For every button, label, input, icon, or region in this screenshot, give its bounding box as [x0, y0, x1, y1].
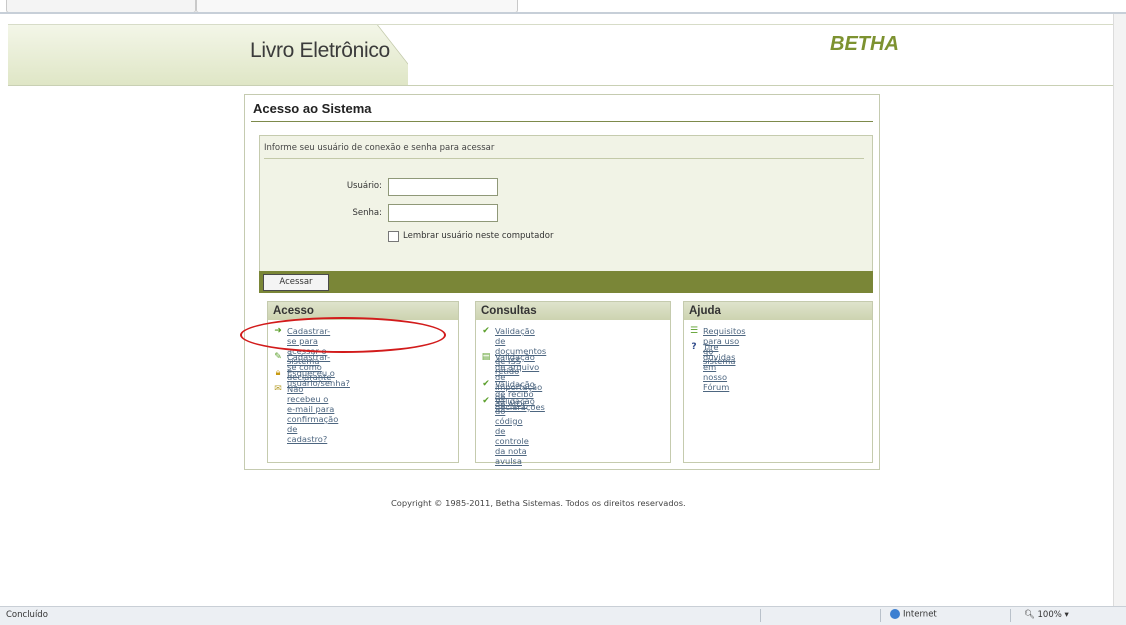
link-text[interactable]: Não recebeu o e-mail para confirmação de …	[287, 384, 338, 444]
page-viewport: Livro Eletrônico BETHA Acesso ao Sistema…	[8, 16, 1114, 606]
status-separator	[760, 609, 761, 622]
list-icon: ☰	[689, 326, 699, 336]
remember-label[interactable]: Lembrar usuário neste computador	[403, 231, 553, 241]
browser-tabstrip	[0, 0, 1126, 14]
remember-checkbox[interactable]	[388, 231, 399, 242]
ajuda-box: Ajuda ☰ Requisitos para uso do sistema ?…	[683, 301, 873, 463]
check-icon: ✔	[482, 379, 490, 389]
password-label: Senha:	[352, 208, 382, 218]
login-instructions: Informe seu usuário de conexão e senha p…	[264, 143, 495, 153]
browser-statusbar: Concluído Internet 🔍︎ 100% ▾	[0, 606, 1126, 625]
help-icon: ?	[691, 342, 697, 352]
login-form: Informe seu usuário de conexão e senha p…	[259, 135, 873, 273]
login-divider	[264, 158, 864, 159]
acessar-button[interactable]: Acessar	[263, 274, 329, 291]
security-zone: Internet	[890, 609, 937, 620]
user-input[interactable]	[388, 178, 498, 196]
vertical-scrollbar[interactable]	[1113, 14, 1126, 606]
link-text[interactable]: Tire dúvidas em nosso Fórum	[703, 342, 735, 392]
status-separator	[1010, 609, 1011, 622]
header-right-area	[408, 25, 1114, 85]
main-panel: Acesso ao Sistema Informe seu usuário de…	[244, 94, 880, 470]
copyright-footer: Copyright © 1985-2011, Betha Sistemas. T…	[391, 498, 686, 508]
title-divider	[251, 121, 873, 122]
check-icon: ✔	[482, 396, 490, 406]
password-input[interactable]	[388, 204, 498, 222]
user-label: Usuário:	[346, 181, 382, 191]
brand-logo: BETHA	[830, 33, 899, 55]
status-text: Concluído	[6, 610, 48, 620]
document-check-icon: ▤	[481, 352, 491, 362]
app-title: Livro Eletrônico	[250, 39, 390, 62]
consultas-box: Consultas ✔ Validação de documentos de I…	[475, 301, 671, 466]
consultas-box-title: Consultas	[476, 302, 670, 320]
link-text[interactable]: Validação do código de controle da nota a…	[495, 396, 535, 466]
submit-bar: Acessar	[259, 271, 873, 293]
lock-icon: 🔒︎	[275, 368, 281, 378]
globe-icon	[890, 609, 900, 619]
status-separator	[880, 609, 881, 622]
register-icon: ✎	[274, 352, 282, 362]
app-header: Livro Eletrônico BETHA	[8, 24, 1114, 86]
zoom-control[interactable]: 🔍︎ 100% ▾	[1024, 610, 1069, 620]
email-icon: ✉	[274, 384, 282, 394]
check-icon: ✔	[482, 326, 490, 336]
annotation-highlight-oval	[240, 317, 446, 353]
page-title: Acesso ao Sistema	[253, 101, 372, 116]
tabstrip-divider	[0, 12, 1126, 14]
ajuda-box-title: Ajuda	[684, 302, 872, 320]
